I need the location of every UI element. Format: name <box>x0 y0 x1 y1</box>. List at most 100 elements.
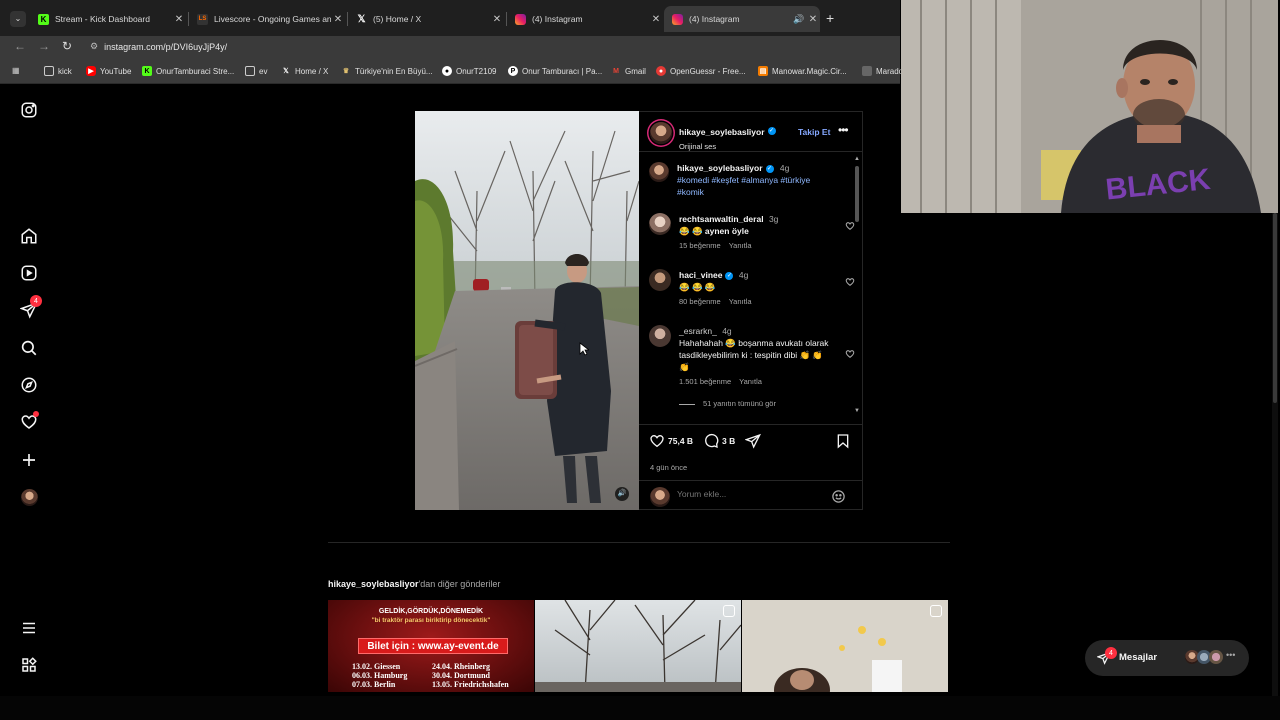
comment-button[interactable]: 3 B <box>703 433 735 449</box>
site-icon <box>862 66 872 76</box>
more-post-thumbnail-3[interactable] <box>742 600 948 692</box>
commenter-avatar[interactable] <box>649 269 671 291</box>
reels-icon[interactable] <box>19 263 39 283</box>
more-posts-username[interactable]: hikaye_soylebasliyor <box>328 579 419 589</box>
patreon-icon: P <box>508 66 518 76</box>
post-video[interactable]: 🔊 <box>415 111 639 510</box>
bookmark-marado[interactable]: Marado <box>862 66 903 76</box>
commenter-username[interactable]: rechtsanwaltin_deral <box>679 214 764 224</box>
reply-button[interactable]: Yanıtla <box>729 297 752 306</box>
comment-likes[interactable]: 15 beğenme <box>679 241 721 250</box>
search-icon[interactable] <box>19 338 39 358</box>
also-from-meta-icon[interactable] <box>19 655 39 675</box>
author-username[interactable]: hikaye_soylebasliyor <box>679 127 765 137</box>
notifications-heart-icon[interactable] <box>19 411 39 432</box>
bookmarks-bar: ▦ kick ▶ YouTube K OnurTamburaci Stre... e… <box>0 60 903 84</box>
tab-list-button[interactable]: ⌄ <box>10 11 26 27</box>
site-icon: ▤ <box>758 66 768 76</box>
commenter-avatar[interactable] <box>649 213 671 235</box>
instagram-icon <box>515 13 526 25</box>
comment-count: 3 B <box>722 436 736 446</box>
more-post-thumbnail-2[interactable] <box>535 600 741 692</box>
direct-messages-icon[interactable]: 4 <box>19 295 42 320</box>
tab-instagram[interactable]: (4) Instagram ✕ <box>507 6 663 32</box>
bookmark-openguessr[interactable]: ● OpenGuessr - Free... <box>656 66 746 76</box>
create-plus-icon[interactable] <box>19 450 39 470</box>
comments-scrollbar[interactable]: ▲ ▼ <box>854 156 860 418</box>
bookmark-manowar[interactable]: ▤ Manowar.Magic.Cir... <box>758 66 847 76</box>
tab-livescore[interactable]: LS Livescore - Ongoing Games and ✕ <box>189 6 345 32</box>
audio-label[interactable]: Orijinal ses <box>679 142 776 151</box>
bookmark-youtube[interactable]: ▶ YouTube <box>86 66 131 76</box>
url-field[interactable]: ⚙ instagram.com/p/DVI6uyJjP4y/ <box>90 41 227 52</box>
bookmark-kick[interactable]: kick <box>44 66 72 76</box>
forward-icon[interactable]: → <box>38 39 50 53</box>
share-button[interactable] <box>745 433 764 449</box>
mute-toggle-icon[interactable]: 🔊 <box>615 487 629 501</box>
home-icon[interactable] <box>19 226 39 246</box>
openguessr-icon: ● <box>656 66 666 76</box>
reload-icon[interactable]: ↻ <box>62 39 72 53</box>
bookmark-onurt2109[interactable]: ● OnurT2109 <box>442 66 496 76</box>
viewer-avatar <box>650 487 670 507</box>
like-button[interactable]: 75,4 B <box>649 433 693 449</box>
author-avatar[interactable] <box>649 162 669 182</box>
tab-instagram-active[interactable]: (4) Instagram 🔊 ✕ <box>664 6 820 32</box>
messages-button[interactable]: 4 Mesajlar ••• <box>1085 640 1249 676</box>
explore-icon[interactable] <box>19 375 39 395</box>
bookmark-gmail[interactable]: M Gmail <box>611 66 646 76</box>
more-post-thumbnail-1[interactable]: GELDİK,GÖRDÜK,DÖNEMEDİK "bi traktör para… <box>328 600 534 692</box>
speaker-icon[interactable]: 🔊 <box>792 14 806 25</box>
folder-icon <box>245 66 255 76</box>
bookmark-onurtamburaci[interactable]: K OnurTamburaci Stre... <box>142 66 234 76</box>
follow-button[interactable]: Takip Et <box>798 127 830 137</box>
heart-icon <box>650 434 664 448</box>
close-tab-icon[interactable]: ✕ <box>649 14 663 25</box>
emoji-icon[interactable] <box>831 489 846 504</box>
comment-likes[interactable]: 80 beğenme <box>679 297 721 306</box>
close-tab-icon[interactable]: ✕ <box>490 14 504 25</box>
commenter-username[interactable]: haci_vinee <box>679 270 722 280</box>
caption-hashtags[interactable]: #komedi #keşfet #almanya #türkiye #komik <box>677 174 837 198</box>
close-tab-icon[interactable]: ✕ <box>806 14 820 25</box>
page-scrollbar-thumb[interactable] <box>1273 213 1277 403</box>
menu-icon[interactable] <box>19 618 39 638</box>
page-scrollbar[interactable] <box>1272 213 1278 696</box>
new-tab-button[interactable]: + <box>826 10 834 26</box>
back-icon[interactable]: ← <box>14 39 26 53</box>
close-tab-icon[interactable]: ✕ <box>172 14 186 25</box>
reel-icon <box>723 605 735 617</box>
bookmark-ev[interactable]: ev <box>245 66 267 76</box>
conversation-avatar <box>1209 650 1223 664</box>
room-illustration <box>742 600 948 692</box>
poster-ticket-link: Bilet için : www.ay-event.de <box>358 638 508 654</box>
messages-count-badge: 4 <box>1105 647 1117 659</box>
caption-username[interactable]: hikaye_soylebasliyor <box>677 163 763 173</box>
messages-label: Mesajlar <box>1119 652 1158 663</box>
close-tab-icon[interactable]: ✕ <box>331 14 345 25</box>
bottom-bar <box>0 696 1280 720</box>
tab-x[interactable]: 𝕏 (5) Home / X ✕ <box>348 6 504 32</box>
save-button[interactable] <box>835 433 854 449</box>
apps-grid-icon[interactable]: ▦ <box>12 66 20 75</box>
more-options-icon[interactable]: ••• <box>838 123 849 137</box>
instagram-logo-icon[interactable] <box>19 100 39 120</box>
view-replies-link[interactable]: 51 yanıtın tümünü gör <box>679 398 839 410</box>
bookmark-patreon[interactable]: P Onur Tamburacı | Pa... <box>508 66 602 76</box>
site-info-icon[interactable]: ⚙ <box>90 41 98 52</box>
reel-icon <box>930 605 942 617</box>
author-info: hikaye_soylebasliyor ✓ Orijinal ses <box>679 122 776 151</box>
profile-avatar[interactable] <box>19 487 39 507</box>
author-avatar[interactable] <box>650 122 672 144</box>
comment-input[interactable] <box>677 489 827 499</box>
poster-dates-left: 13.02. Giessen 06.03. Hamburg 07.03. Berli… <box>352 662 408 689</box>
browser-tab-bar: ⌄ K Stream - Kick Dashboard ✕ LS Livesco… <box>0 0 900 36</box>
bookmark-turkiye[interactable]: ♛ Türkiye'nin En Büyü... <box>341 66 433 76</box>
comment-likes[interactable]: 1.501 beğenme <box>679 377 731 386</box>
bookmark-home-x[interactable]: 𝕏 Home / X <box>281 66 328 76</box>
tab-kick[interactable]: K Stream - Kick Dashboard ✕ <box>30 6 186 32</box>
reply-button[interactable]: Yanıtla <box>729 241 752 250</box>
reply-button[interactable]: Yanıtla <box>739 377 762 386</box>
commenter-avatar[interactable] <box>649 325 671 347</box>
commenter-username[interactable]: _esrarkn_ <box>679 326 717 336</box>
